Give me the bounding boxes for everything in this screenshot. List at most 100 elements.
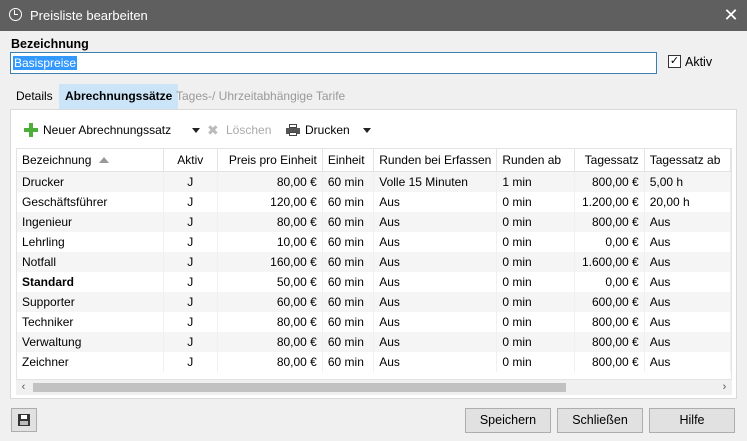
table-row[interactable]: Standard J 50,00 €60 min Aus 0 min 0,00 € Aus [17,272,731,292]
table-cell: 80,00 € [217,332,323,352]
table-cell: 0 min [496,312,576,332]
tab-abrechnungssaetze[interactable]: Abrechnungssätze [59,84,179,109]
table-cell: J [163,272,218,292]
table-cell: Supporter [17,292,164,312]
close-button[interactable]: Schließen [557,408,643,433]
table-row[interactable]: Zeichner J 80,00 €60 min Aus 0 min 800,00 € Au… [17,352,731,372]
table-row[interactable]: Ingenieur J 80,00 €60 min Aus 0 min 800,00 € A… [17,212,731,232]
new-rate-button[interactable]: Neuer Abrechnungssatz [24,120,176,140]
table-cell: 60 min [322,171,375,192]
table-cell: 800,00 € [574,171,645,192]
table-cell: 800,00 € [574,352,645,372]
clock-icon [9,8,22,21]
table-cell: Verwaltung [17,332,164,352]
plus-icon [24,123,38,137]
save-button[interactable]: Speichern [465,408,551,433]
table-cell: 50,00 € [217,272,323,292]
table-cell: J [163,252,218,272]
table-row[interactable]: Supporter J 60,00 €60 min Aus 0 min 600,00 € A… [17,292,731,312]
table-row[interactable]: Verwaltung J 80,00 €60 min Aus 0 min 800,00 €… [17,332,731,352]
tab-tarife[interactable]: Tages-/ Uhrzeitabhängige Tarife [170,84,351,109]
table-cell: 1 min [496,171,576,192]
table-cell: Techniker [17,312,164,332]
scroll-thumb[interactable] [33,383,566,392]
table-cell: Aus [644,272,731,292]
scroll-right-icon[interactable]: › [717,380,732,395]
col-header[interactable]: Aktiv [163,149,218,172]
table-cell: Aus [644,252,731,272]
table-cell: 0 min [496,332,576,352]
table-cell: 60 min [322,232,375,252]
table-cell: 0 min [496,252,576,272]
table-cell: Aus [373,232,498,252]
table-cell: 0 min [496,352,576,372]
help-button[interactable]: Hilfe [649,408,735,433]
save-icon-button[interactable] [11,408,37,432]
horizontal-scrollbar[interactable]: ‹ › [16,380,732,395]
col-header[interactable]: Einheit [322,149,375,172]
table-cell: 800,00 € [574,212,645,232]
table-cell: 60 min [322,332,375,352]
table-row[interactable]: Lehrling J 10,00 €60 min Aus 0 min 0,00 € Aus [17,232,731,252]
name-input[interactable]: Basispreise [10,52,657,74]
table-cell: 60 min [322,312,375,332]
delete-icon: ✖ [207,122,219,138]
table-cell: Aus [373,192,498,212]
table-row[interactable]: Techniker J 80,00 €60 min Aus 0 min 800,00 € A… [17,312,731,332]
col-header[interactable]: Runden ab [496,149,576,172]
table-cell: 0 min [496,212,576,232]
tab-details[interactable]: Details [10,84,59,109]
col-header[interactable]: Runden bei Erfassen [373,149,498,172]
table-cell: Zeichner [17,352,164,372]
table-cell: Aus [373,312,498,332]
table-cell: Standard [17,272,164,292]
chevron-down-icon[interactable] [363,128,371,133]
col-header[interactable]: Preis pro Einheit [217,149,323,172]
table-cell: 5,00 h [644,171,731,192]
table-cell: J [163,212,218,232]
active-checkbox[interactable]: ✓ [668,55,681,68]
window-title: Preisliste bearbeiten [30,8,148,23]
table-cell: 80,00 € [217,312,323,332]
table-cell: J [163,352,218,372]
sort-asc-icon [99,157,110,163]
table-cell: 0 min [496,272,576,292]
table-cell: 800,00 € [574,312,645,332]
table-cell: 60 min [322,292,375,312]
table-cell: 20,00 h [644,192,731,212]
table-row[interactable]: Geschäftsführer J 120,00 €60 min Aus 0 min 1.… [17,192,731,212]
col-header[interactable]: Tagessatz [574,149,645,172]
table-cell: Aus [644,352,731,372]
chevron-down-icon[interactable] [192,128,200,133]
table-header-row: Bezeichnung Aktiv Preis pro Einheit Einh… [17,149,731,172]
new-rate-label: Neuer Abrechnungssatz [43,123,172,137]
floppy-disk-icon [18,414,30,426]
table-cell: 10,00 € [217,232,323,252]
scroll-left-icon[interactable]: ‹ [16,380,31,395]
table-cell: Lehrling [17,232,164,252]
table-row[interactable]: Drucker J 80,00 €60 min Volle 15 Minuten 1 m… [17,171,731,192]
table-cell: 800,00 € [574,332,645,352]
table-cell: 80,00 € [217,212,323,232]
table-cell: 1.200,00 € [574,192,645,212]
table-cell: 60 min [322,272,375,292]
table-cell: J [163,332,218,352]
table-cell: 60 min [322,192,375,212]
table-cell: J [163,312,218,332]
close-icon[interactable]: ✕ [718,3,744,27]
table-row[interactable]: Notfall J 160,00 €60 min Aus 0 min 1.600,00 €… [17,252,731,272]
tab-panel: Neuer Abrechnungssatz ✖ Löschen Drucken … [10,109,737,399]
col-header[interactable]: Bezeichnung [17,149,164,172]
col-header[interactable]: Tagessatz ab [644,149,731,172]
table-cell: Aus [373,352,498,372]
table-cell: Ingenieur [17,212,164,232]
table-cell: Aus [644,312,731,332]
table-cell: Aus [373,332,498,352]
table-cell: 1.600,00 € [574,252,645,272]
delete-button[interactable]: ✖ Löschen [207,120,277,140]
print-button[interactable]: Drucken [286,120,356,140]
table-cell: 60 min [322,352,375,372]
table-cell: 0,00 € [574,232,645,252]
table-cell: 0 min [496,192,576,212]
name-value: Basispreise [13,56,78,70]
